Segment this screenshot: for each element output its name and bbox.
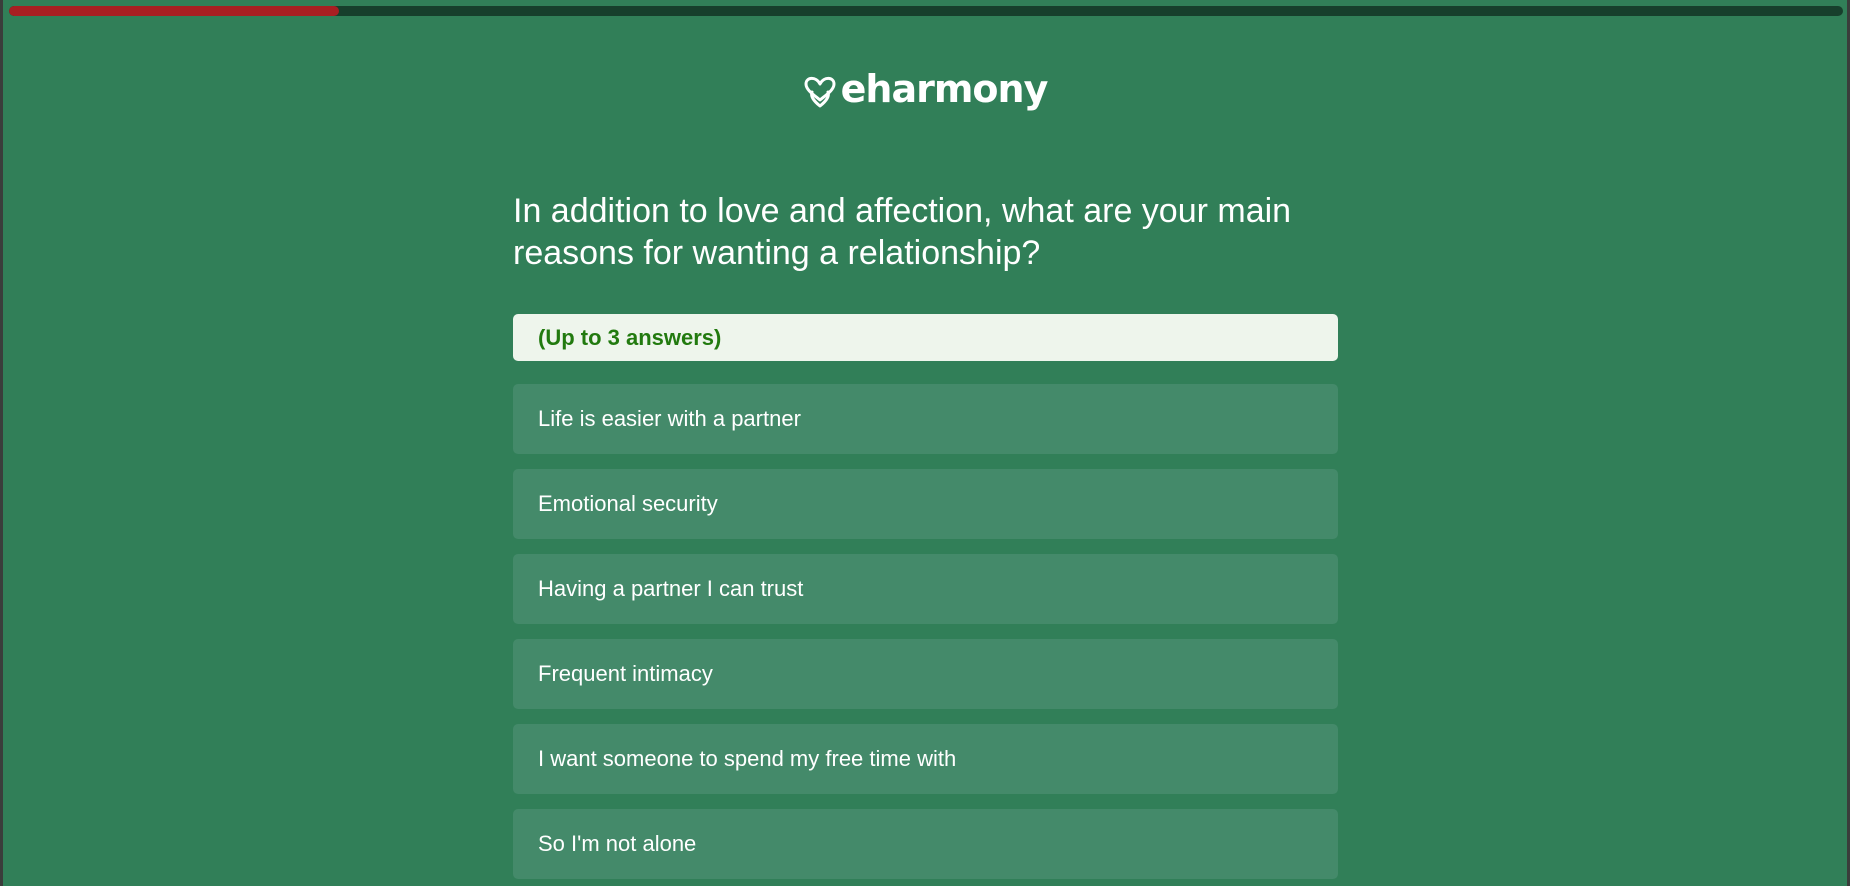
answer-option-label: Emotional security: [538, 491, 718, 516]
answer-option-label: I want someone to spend my free time wit…: [538, 746, 957, 771]
answer-option[interactable]: Emotional security: [513, 469, 1338, 539]
page-frame: eharmony In addition to love and affecti…: [3, 0, 1847, 886]
answer-option[interactable]: Life is easier with a partner: [513, 384, 1338, 454]
heart-logo-icon: [804, 76, 836, 108]
brand-name: eharmony: [840, 67, 1049, 111]
progress-bar-fill: [9, 6, 340, 16]
progress-bar: [9, 6, 1843, 16]
answer-option[interactable]: I want someone to spend my free time wit…: [513, 724, 1338, 794]
answer-option-label: Life is easier with a partner: [538, 406, 801, 431]
answer-option-label: Having a partner I can trust: [538, 576, 804, 601]
answer-option-label: So I'm not alone: [538, 831, 697, 856]
answer-option-label: Frequent intimacy: [538, 661, 713, 686]
answer-limit-hint: (Up to 3 answers): [513, 314, 1338, 361]
question-panel: In addition to love and affection, what …: [513, 190, 1338, 886]
brand-logo: eharmony: [3, 70, 1847, 108]
answer-option[interactable]: Frequent intimacy: [513, 639, 1338, 709]
answer-option[interactable]: So I'm not alone: [513, 809, 1338, 879]
answer-option[interactable]: Having a partner I can trust: [513, 554, 1338, 624]
question-title: In addition to love and affection, what …: [513, 192, 1292, 272]
